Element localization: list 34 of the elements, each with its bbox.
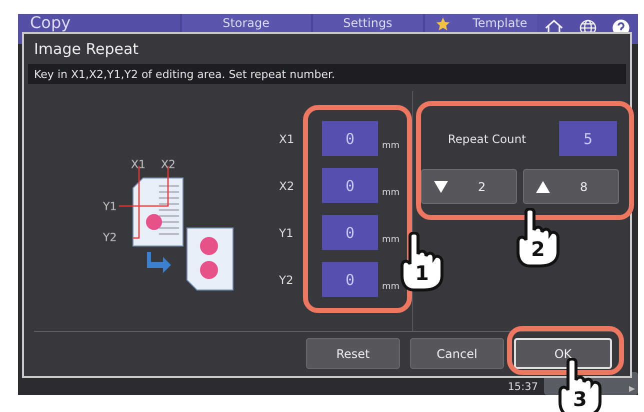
dialog-button[interactable]: Reset — [306, 338, 400, 369]
pointing-hand-icon — [398, 232, 444, 292]
down-triangle-icon — [434, 180, 448, 192]
field-label: X1 — [278, 132, 296, 146]
callout-number: 2 — [531, 238, 545, 260]
dialog-title: Image Repeat — [33, 38, 140, 60]
app-title: Copy — [29, 14, 72, 31]
decrease-button[interactable]: 2 — [421, 169, 517, 204]
increase-button[interactable]: 8 — [523, 169, 619, 204]
unit-label: mm — [382, 234, 401, 244]
instruction-text: Key in X1,X2,Y1,Y2 of editing area. Set repeat number. — [28, 64, 626, 84]
unit-label: mm — [382, 282, 401, 292]
dialog-button[interactable]: Cancel — [410, 338, 504, 369]
time-text: 15:37 — [508, 381, 538, 393]
number-field[interactable]: 0 — [322, 215, 378, 250]
callout-number: 3 — [573, 388, 587, 410]
up-triangle-icon — [536, 180, 550, 192]
repeat-count-field[interactable]: 5 — [559, 121, 617, 156]
corner-triangle-icon — [629, 386, 635, 392]
field-label: Y2 — [278, 272, 294, 286]
field-label: X2 — [278, 178, 296, 192]
pointing-hand-icon — [556, 358, 602, 412]
number-field[interactable]: 0 — [322, 262, 378, 297]
number-field[interactable]: 0 — [322, 168, 378, 203]
star-icon — [434, 16, 451, 32]
pointing-hand-icon — [514, 208, 560, 268]
repeat-count-label: Repeat Count — [446, 132, 528, 146]
number-field[interactable]: 0 — [322, 121, 378, 156]
callout-number: 1 — [415, 262, 429, 284]
dialog-button[interactable]: OK — [514, 338, 612, 369]
image-repeat-illustration-drawing: X1 X2 Y1 Y2 — [99, 156, 249, 296]
field-label: Y1 — [278, 226, 294, 240]
unit-label: mm — [382, 140, 401, 150]
unit-label: mm — [382, 188, 401, 198]
